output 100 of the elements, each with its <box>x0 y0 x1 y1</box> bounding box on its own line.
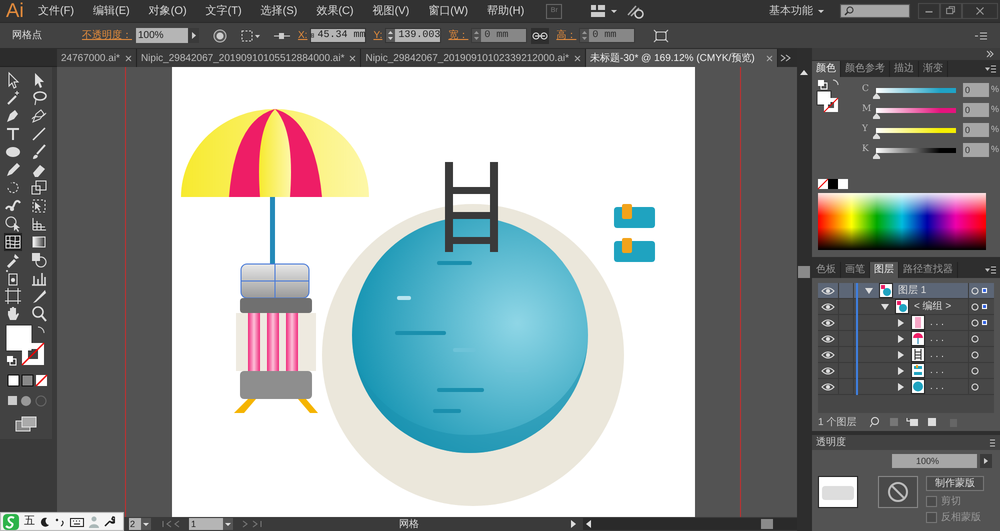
zoom-icon[interactable] <box>30 305 48 323</box>
scroll-left-icon[interactable] <box>585 519 593 529</box>
target-circle-icon[interactable] <box>971 334 979 342</box>
eye-icon[interactable] <box>821 302 835 312</box>
scale-icon[interactable] <box>30 179 48 197</box>
stroke-swatch[interactable] <box>21 342 45 366</box>
stepper-icon[interactable] <box>386 29 396 42</box>
value-field[interactable]: 0 <box>963 103 989 117</box>
value-field[interactable]: 0 <box>963 83 989 97</box>
y-field[interactable]: 139.003 <box>385 28 442 43</box>
eye-icon[interactable] <box>821 382 835 392</box>
wrench-icon[interactable] <box>104 516 115 527</box>
eye-icon[interactable] <box>821 286 835 296</box>
panel-tab[interactable]: 图层 <box>870 262 899 278</box>
artboard-field[interactable]: 1 <box>189 518 223 530</box>
type-icon[interactable] <box>4 125 22 143</box>
panel-tab[interactable]: 颜色 <box>812 61 841 77</box>
workspace-switcher[interactable]: 基本功能 <box>769 2 813 20</box>
default-colors-icon[interactable] <box>7 356 16 366</box>
checkbox[interactable] <box>926 512 937 523</box>
panel-menu-icon[interactable] <box>985 265 997 275</box>
slider-thumb[interactable] <box>872 92 880 98</box>
link-icon[interactable] <box>531 28 550 44</box>
collapse-arrow-icon[interactable] <box>864 286 874 296</box>
restore-icon[interactable] <box>940 3 962 19</box>
width-label[interactable]: 宽： <box>448 28 468 43</box>
pencil-icon[interactable] <box>4 161 22 179</box>
menu-item[interactable]: 视图(V) <box>372 2 410 20</box>
draw-behind-icon[interactable] <box>21 396 31 406</box>
gradient-mode-icon[interactable] <box>22 374 34 386</box>
expand-arrow-icon[interactable] <box>896 382 906 392</box>
document-tab[interactable]: Nipic_29842067_20190910102339212000.ai* <box>361 49 586 67</box>
value-field[interactable]: 0 <box>963 143 989 157</box>
screen-mode-icon[interactable] <box>14 415 38 433</box>
eye-icon[interactable] <box>821 334 835 344</box>
target-circle-icon[interactable] <box>971 318 979 326</box>
color-swatch[interactable] <box>838 179 848 189</box>
layer-row[interactable]: . . . <box>818 379 994 395</box>
perspective-grid-icon[interactable] <box>30 215 48 233</box>
menu-item[interactable]: 对象(O) <box>148 2 188 20</box>
play-arrow-icon[interactable] <box>569 519 577 529</box>
expand-arrow-icon[interactable] <box>896 334 906 344</box>
eye-icon[interactable] <box>821 318 835 328</box>
stepper-icon[interactable] <box>580 29 590 42</box>
menu-item[interactable]: 效果(C) <box>315 2 355 20</box>
menu-item[interactable]: 编辑(E) <box>92 2 131 20</box>
menu-item[interactable]: 选择(S) <box>260 2 298 20</box>
vertical-scrollbar[interactable] <box>797 48 812 531</box>
horizontal-scrollbar[interactable] <box>583 518 797 530</box>
collapse-arrow-icon[interactable] <box>880 302 890 312</box>
new-sublayer-icon[interactable] <box>906 418 918 426</box>
none-swatch[interactable] <box>818 178 828 190</box>
x-field[interactable]: 45.34 mm <box>310 28 366 43</box>
more-tabs-icon[interactable] <box>779 53 793 63</box>
height-label[interactable]: 高： <box>556 28 576 43</box>
document-tab[interactable]: 24767000.ai* <box>57 49 137 67</box>
scroll-up-icon[interactable] <box>799 68 809 76</box>
y-label[interactable]: Y: <box>373 28 382 43</box>
keyboard-icon[interactable] <box>70 516 84 526</box>
height-field[interactable]: 0 mm <box>579 28 636 43</box>
minimize-icon[interactable] <box>918 3 940 19</box>
menu-item[interactable]: 帮助(H) <box>486 2 526 20</box>
layer-row[interactable]: < 编组 > <box>818 299 994 315</box>
scroll-thumb[interactable] <box>798 266 810 278</box>
close-icon[interactable] <box>766 54 773 62</box>
expand-arrow-icon[interactable] <box>896 366 906 376</box>
collapse-panels-icon[interactable] <box>986 50 994 58</box>
free-transform-icon[interactable] <box>30 197 48 215</box>
isolate-icon[interactable] <box>653 28 670 42</box>
menu-item[interactable]: 文件(F) <box>37 2 76 20</box>
curvature-pen-icon[interactable] <box>30 107 48 125</box>
blend-icon[interactable] <box>30 251 48 269</box>
moon-icon[interactable] <box>40 516 50 526</box>
expand-arrow-icon[interactable] <box>896 350 906 360</box>
slider-thumb[interactable] <box>872 152 880 158</box>
opacity-field[interactable]: 100% <box>892 454 977 468</box>
close-icon[interactable] <box>574 54 582 62</box>
ime-logo-icon[interactable] <box>3 514 19 530</box>
opacity-label[interactable]: 不透明度： <box>82 28 132 43</box>
layer-row[interactable]: 图层 1 <box>818 283 994 299</box>
value-field[interactable]: 0 <box>963 123 989 137</box>
menu-item[interactable]: 窗口(W) <box>427 2 469 20</box>
x-label[interactable]: X: <box>298 28 308 43</box>
reference-point-icon[interactable] <box>241 28 261 42</box>
close-icon[interactable] <box>349 54 356 62</box>
color-spectrum[interactable] <box>818 193 986 250</box>
document-tab[interactable]: 未标题-30* @ 169.12% (CMYK/预览) <box>586 49 778 67</box>
color-swatch[interactable] <box>828 179 838 189</box>
layer-row[interactable]: . . . <box>818 363 994 379</box>
search-field[interactable] <box>840 4 910 18</box>
none-mode-icon[interactable] <box>35 374 48 387</box>
target-circle-icon[interactable] <box>971 382 979 390</box>
color-mode-icon[interactable] <box>8 374 20 386</box>
paintbrush-icon[interactable] <box>30 143 48 161</box>
clipping-mask-icon[interactable] <box>890 418 898 426</box>
line-segment-icon[interactable] <box>30 125 48 143</box>
target-circle-icon[interactable] <box>971 286 979 294</box>
stepper-icon[interactable] <box>472 29 482 42</box>
target-circle-icon[interactable] <box>971 350 979 358</box>
document-tab[interactable]: Nipic_29842067_20190910105512884000.ai* <box>136 49 362 67</box>
